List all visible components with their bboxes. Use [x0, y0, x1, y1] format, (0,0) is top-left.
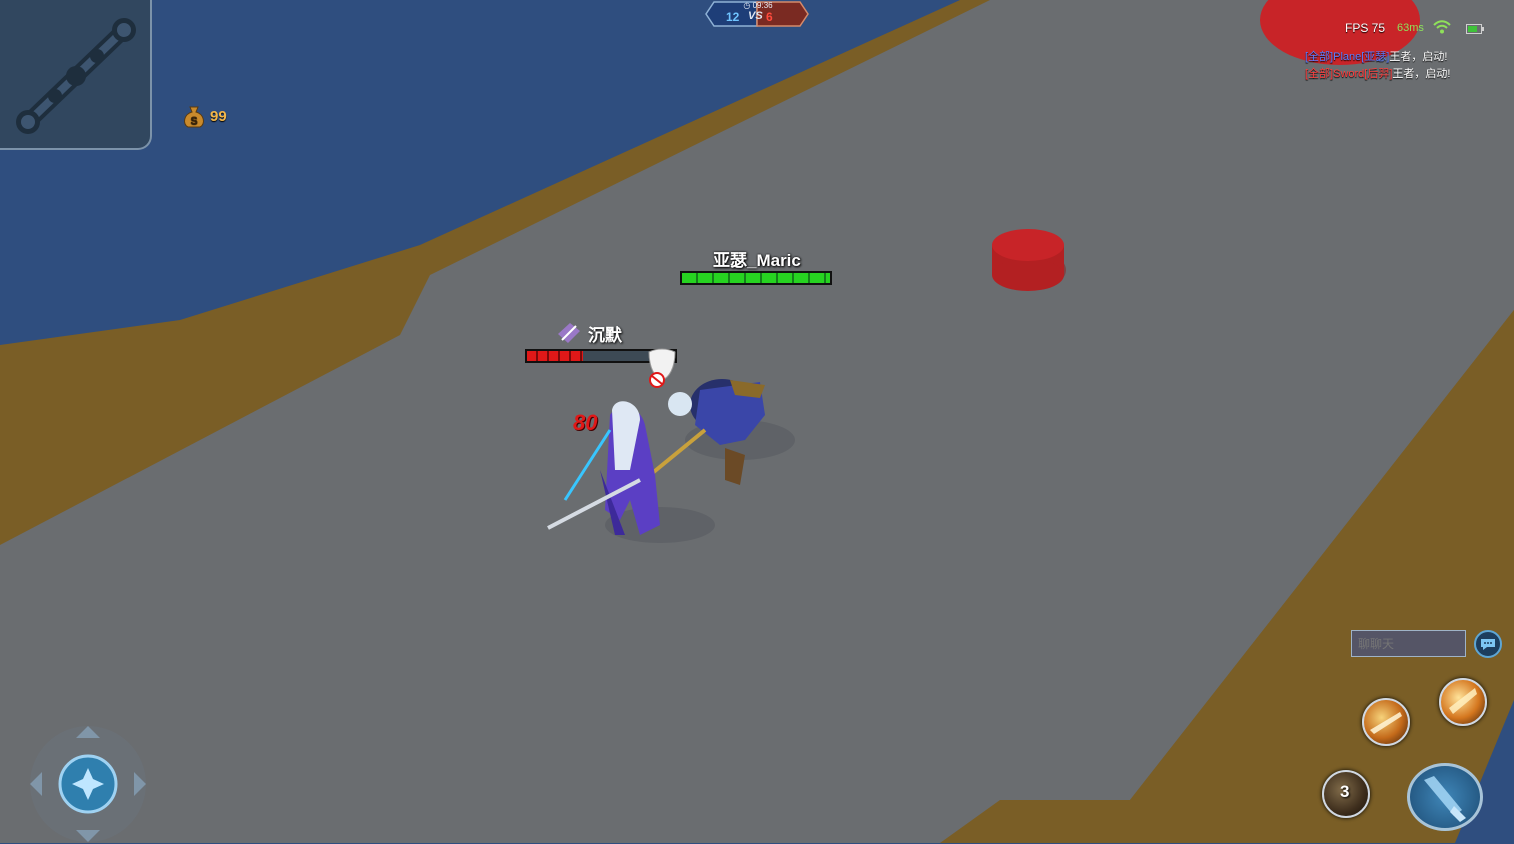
movement-joystick[interactable]	[28, 724, 148, 844]
fps-readout: FPS 75	[1345, 21, 1386, 35]
ally-hp-fill	[682, 273, 830, 283]
sword-attack-icon	[1424, 776, 1466, 822]
status-effect-label: 沉默	[588, 325, 622, 345]
sword-slash-icon	[1370, 712, 1402, 734]
chat-input[interactable]	[1351, 630, 1466, 657]
ally-name-label: 亚瑟_Maric	[713, 251, 801, 270]
minimap[interactable]	[0, 0, 152, 150]
money-bag-icon: S	[184, 106, 204, 128]
enemy-status-effect: 沉默	[554, 320, 622, 346]
flame-strike-icon	[1449, 688, 1477, 714]
enemy-score: 6	[766, 10, 773, 24]
game-scene[interactable]	[0, 0, 1514, 843]
battery-icon	[1466, 24, 1484, 34]
ping-readout: 63ms	[1397, 22, 1424, 34]
basic-attack-button[interactable]	[1407, 763, 1483, 831]
skill-1-button[interactable]	[1362, 698, 1410, 746]
svg-text:S: S	[190, 115, 197, 127]
chat-bubble-icon	[1481, 639, 1495, 650]
minimap-lane	[16, 18, 136, 134]
match-timer: ◷ 09:36	[743, 1, 773, 10]
gold-counter: S 99	[180, 102, 227, 130]
skill-2-button[interactable]	[1439, 678, 1487, 726]
gold-amount: 99	[210, 107, 227, 125]
wifi-icon	[1433, 20, 1451, 34]
damage-number: 80	[573, 410, 598, 435]
enemy-hp-fill	[527, 351, 584, 361]
vs-label: VS	[748, 10, 763, 22]
ally-hp-bar	[680, 271, 832, 285]
skill-cooldown-counter: 3	[1340, 782, 1350, 801]
mask-no-skill-icon	[648, 348, 676, 388]
red-cylinder-obstacle	[992, 229, 1066, 291]
silence-debuff-icon	[558, 323, 580, 343]
team-score: 12	[726, 10, 740, 24]
kill-feed-entry: [全部]Plane[亚瑟]王者，启动!	[1305, 51, 1448, 63]
kill-feed-entry: [全部]Sword[后羿]王者，启动!	[1305, 68, 1451, 80]
chat-send-button[interactable]	[1474, 630, 1502, 658]
